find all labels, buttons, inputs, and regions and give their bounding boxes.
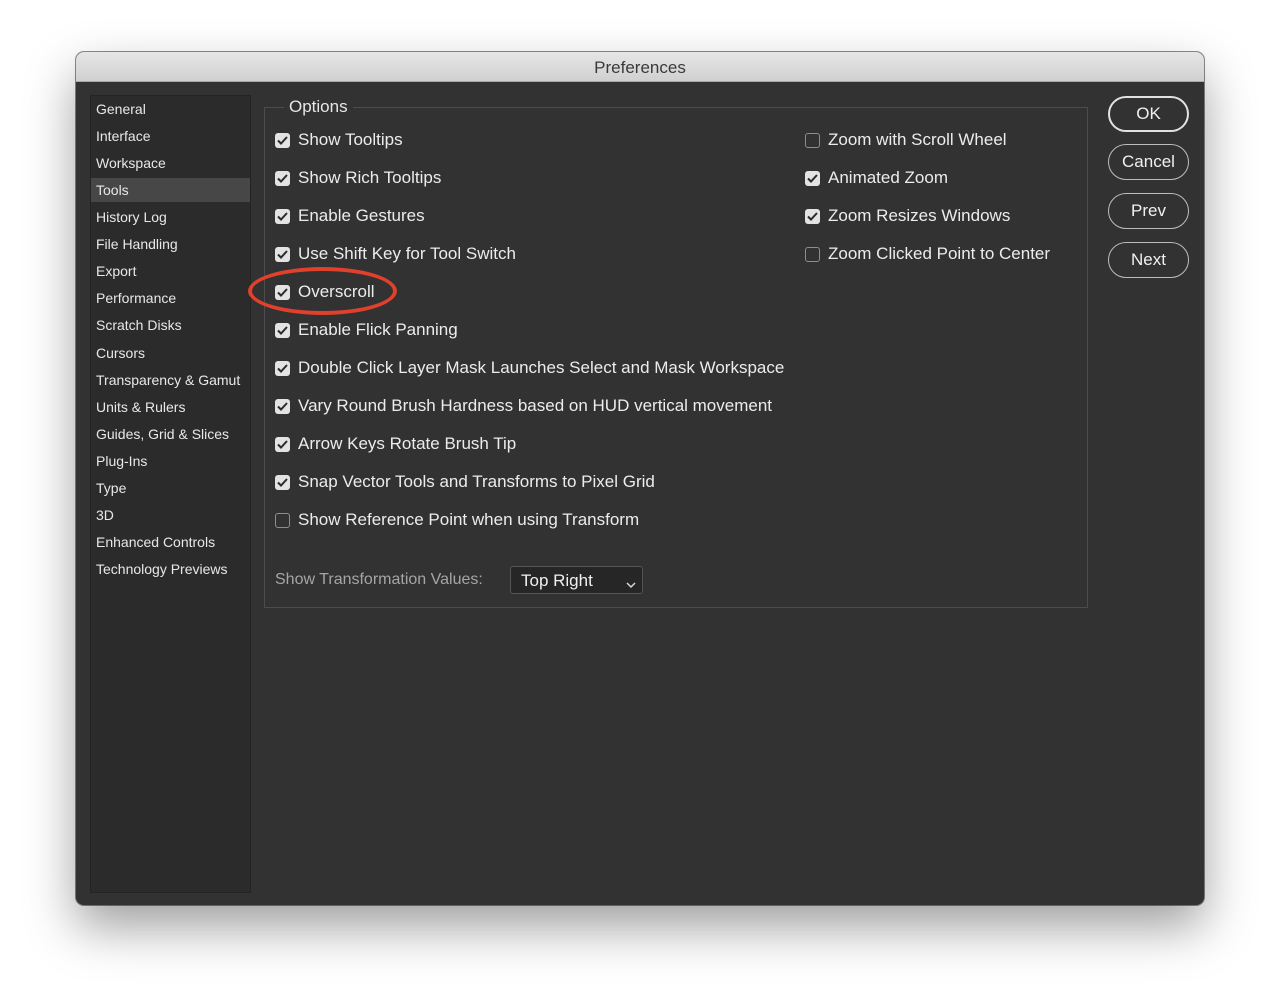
preferences-sidebar: General Interface Workspace Tools Histor… — [90, 95, 251, 893]
checkbox-unchecked-icon[interactable] — [275, 512, 290, 528]
checkbox-checked-icon[interactable] — [275, 360, 290, 376]
ok-button[interactable]: OK — [1108, 96, 1189, 132]
checkbox-checked-icon[interactable] — [805, 208, 820, 224]
sidebar-item-plug-ins[interactable]: Plug-Ins — [91, 449, 250, 473]
option-label: Snap Vector Tools and Transforms to Pixe… — [298, 472, 655, 491]
option-double-click-layer-mask[interactable]: Double Click Layer Mask Launches Select … — [275, 356, 784, 380]
option-label: Show Tooltips — [298, 130, 403, 149]
option-zoom-resizes-windows[interactable]: Zoom Resizes Windows — [805, 204, 1010, 228]
checkbox-checked-icon[interactable] — [275, 208, 290, 224]
option-snap-vector-tools[interactable]: Snap Vector Tools and Transforms to Pixe… — [275, 470, 655, 494]
sidebar-item-3d[interactable]: 3D — [91, 503, 250, 527]
sidebar-item-performance[interactable]: Performance — [91, 286, 250, 310]
options-group-label: Options — [284, 97, 353, 117]
checkbox-unchecked-icon[interactable] — [805, 246, 820, 262]
checkbox-checked-icon[interactable] — [275, 170, 290, 186]
sidebar-item-guides-grid-slices[interactable]: Guides, Grid & Slices — [91, 422, 250, 446]
option-label: Enable Gestures — [298, 206, 425, 225]
option-zoom-clicked-point-to-center[interactable]: Zoom Clicked Point to Center — [805, 242, 1050, 266]
option-show-tooltips[interactable]: Show Tooltips — [275, 128, 403, 152]
option-label: Arrow Keys Rotate Brush Tip — [298, 434, 517, 453]
sidebar-item-transparency-gamut[interactable]: Transparency & Gamut — [91, 368, 250, 392]
checkbox-checked-icon[interactable] — [805, 170, 820, 186]
option-label: Zoom with Scroll Wheel — [828, 130, 1007, 149]
option-label: Use Shift Key for Tool Switch — [298, 244, 516, 263]
sidebar-item-cursors[interactable]: Cursors — [91, 341, 250, 365]
option-animated-zoom[interactable]: Animated Zoom — [805, 166, 948, 190]
checkbox-checked-icon[interactable] — [275, 322, 290, 338]
prev-button[interactable]: Prev — [1108, 193, 1189, 229]
title-bar[interactable]: Preferences — [76, 52, 1204, 82]
option-label: Vary Round Brush Hardness based on HUD v… — [298, 396, 773, 415]
sidebar-item-type[interactable]: Type — [91, 476, 250, 500]
option-zoom-with-scroll-wheel[interactable]: Zoom with Scroll Wheel — [805, 128, 1007, 152]
option-label: Show Rich Tooltips — [298, 168, 442, 187]
next-button[interactable]: Next — [1108, 242, 1189, 278]
checkbox-checked-icon[interactable] — [275, 246, 290, 262]
option-use-shift-key[interactable]: Use Shift Key for Tool Switch — [275, 242, 516, 266]
checkbox-checked-icon[interactable] — [275, 474, 290, 490]
sidebar-item-export[interactable]: Export — [91, 259, 250, 283]
option-arrow-keys-rotate-brush-tip[interactable]: Arrow Keys Rotate Brush Tip — [275, 432, 516, 456]
option-show-rich-tooltips[interactable]: Show Rich Tooltips — [275, 166, 441, 190]
option-show-reference-point[interactable]: Show Reference Point when using Transfor… — [275, 508, 639, 532]
option-enable-flick-panning[interactable]: Enable Flick Panning — [275, 318, 458, 342]
option-label: Animated Zoom — [828, 168, 948, 187]
sidebar-item-tools[interactable]: Tools — [91, 178, 250, 202]
window-title: Preferences — [594, 58, 686, 77]
chevron-down-icon — [626, 576, 636, 594]
transformation-values-select[interactable]: Top Right — [510, 566, 643, 594]
transformation-values-label: Show Transformation Values: — [275, 571, 483, 588]
option-label: Double Click Layer Mask Launches Select … — [298, 358, 785, 377]
sidebar-item-scratch-disks[interactable]: Scratch Disks — [91, 313, 250, 337]
option-label: Enable Flick Panning — [298, 320, 458, 339]
sidebar-item-enhanced-controls[interactable]: Enhanced Controls — [91, 530, 250, 554]
preferences-dialog: Preferences General Interface Workspace … — [76, 52, 1204, 905]
option-label: Zoom Clicked Point to Center — [828, 244, 1051, 263]
select-value: Top Right — [521, 571, 593, 590]
sidebar-item-interface[interactable]: Interface — [91, 124, 250, 148]
checkbox-checked-icon[interactable] — [275, 436, 290, 452]
sidebar-item-units-rulers[interactable]: Units & Rulers — [91, 395, 250, 419]
sidebar-item-workspace[interactable]: Workspace — [91, 151, 250, 175]
option-enable-gestures[interactable]: Enable Gestures — [275, 204, 425, 228]
option-label: Overscroll — [298, 282, 375, 301]
sidebar-item-file-handling[interactable]: File Handling — [91, 232, 250, 256]
sidebar-item-general[interactable]: General — [91, 97, 250, 121]
option-vary-round-brush-hardness[interactable]: Vary Round Brush Hardness based on HUD v… — [275, 394, 772, 418]
checkbox-checked-icon[interactable] — [275, 132, 290, 148]
sidebar-item-technology-previews[interactable]: Technology Previews — [91, 557, 250, 581]
checkbox-checked-icon[interactable] — [275, 284, 290, 300]
checkbox-unchecked-icon[interactable] — [805, 132, 820, 148]
cancel-button[interactable]: Cancel — [1108, 144, 1189, 180]
option-overscroll[interactable]: Overscroll — [275, 280, 375, 304]
option-label: Show Reference Point when using Transfor… — [298, 510, 640, 529]
option-label: Zoom Resizes Windows — [828, 206, 1011, 225]
sidebar-item-history-log[interactable]: History Log — [91, 205, 250, 229]
checkbox-checked-icon[interactable] — [275, 398, 290, 414]
